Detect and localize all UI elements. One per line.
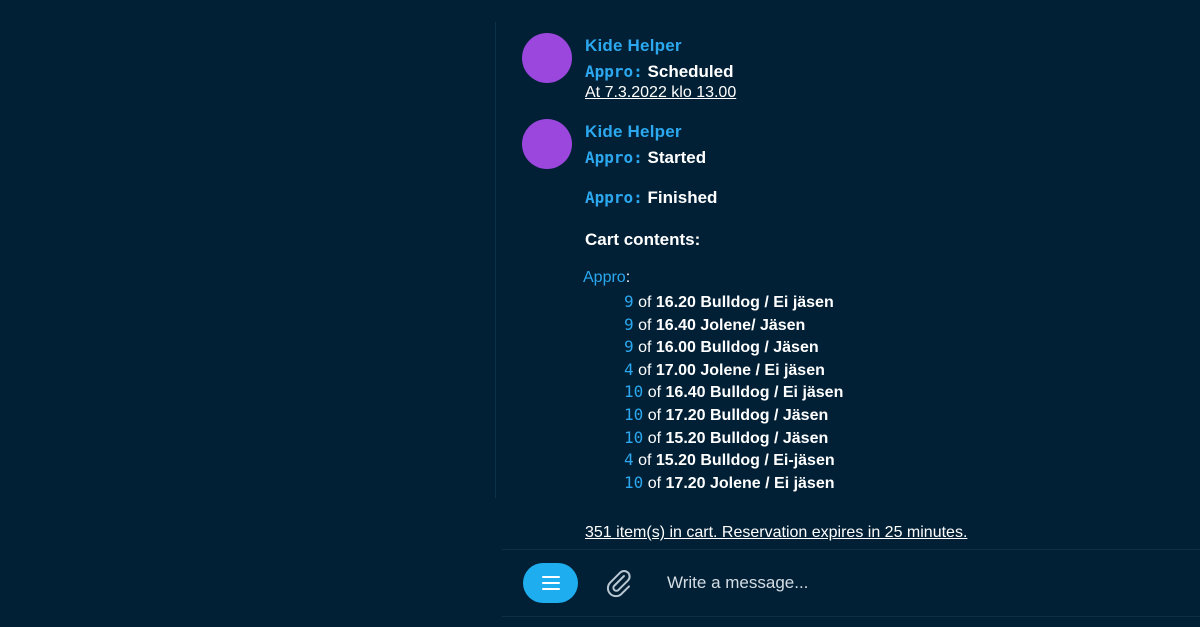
item-of: of xyxy=(638,294,652,311)
cart-item: 4 of 17.00 Jolene / Ei jäsen xyxy=(624,359,843,382)
item-of: of xyxy=(647,384,662,402)
item-quantity: 10 xyxy=(624,472,644,492)
item-of: of xyxy=(638,361,652,379)
paperclip-icon xyxy=(606,570,631,598)
status-text: Scheduled xyxy=(647,62,734,81)
started-text: Started xyxy=(647,148,707,167)
item-quantity: 10 xyxy=(624,427,644,447)
item-of: of xyxy=(638,316,652,334)
menu-button[interactable] xyxy=(523,563,578,603)
finished-text: Finished xyxy=(647,188,718,207)
cart-item: 9 of 16.00 Bulldog / Jäsen xyxy=(624,336,843,359)
item-quantity: 4 xyxy=(624,450,634,470)
status-line: Appro: Scheduled xyxy=(585,61,736,83)
message-body: Kide Helper Appro: Started Appro: Finish… xyxy=(583,121,843,494)
item-of: of xyxy=(638,339,652,357)
cart-item: 9 of 16.40 Jolene/ Jäsen xyxy=(624,314,843,337)
item-of: of xyxy=(647,429,662,447)
item-name: 17.00 Jolene / Ei jäsen xyxy=(655,361,825,379)
item-quantity: 4 xyxy=(624,359,634,379)
cart-heading: Cart contents: xyxy=(585,230,701,249)
item-of: of xyxy=(638,452,652,470)
cart-item: 10 of 16.40 Bulldog / Ei jäsen xyxy=(624,381,843,404)
message-list[interactable]: Kide Helper Appro: Scheduled At 7.3.2022… xyxy=(502,0,1200,550)
sender-name[interactable]: Kide Helper xyxy=(585,121,843,143)
panel-divider xyxy=(495,22,496,498)
item-of: of xyxy=(647,406,662,424)
cart-item: 9 of 16.20 Bulldog / Ei jäsen xyxy=(624,291,843,314)
item-quantity: 9 xyxy=(624,337,634,357)
message-input[interactable] xyxy=(655,566,1199,600)
status-label: Appro: xyxy=(585,62,643,81)
avatar[interactable] xyxy=(522,119,572,169)
message-body: Kide Helper Appro: Scheduled At 7.3.2022… xyxy=(585,35,736,103)
composer-divider xyxy=(502,549,1200,550)
item-name: 15.20 Bulldog / Ei-jäsen xyxy=(655,452,835,470)
started-label: Appro: xyxy=(585,148,643,167)
cart-item: 10 of 17.20 Jolene / Ei jäsen xyxy=(624,472,843,495)
item-name: 17.20 Jolene / Ei jäsen xyxy=(665,474,835,492)
item-name: 17.20 Bulldog / Jäsen xyxy=(665,406,829,424)
chat-window: Kide Helper Appro: Scheduled At 7.3.2022… xyxy=(0,0,1200,627)
item-name: 16.00 Bulldog / Jäsen xyxy=(655,339,819,357)
item-quantity: 10 xyxy=(624,404,644,424)
schedule-time: At 7.3.2022 klo 13.00 xyxy=(585,84,737,101)
item-of: of xyxy=(647,474,662,492)
attach-button[interactable] xyxy=(600,565,636,601)
cart-item: 10 of 15.20 Bulldog / Jäsen xyxy=(624,427,843,450)
item-quantity: 10 xyxy=(624,382,644,402)
item-name: 16.40 Jolene/ Jäsen xyxy=(655,316,806,334)
project-name: Appro xyxy=(583,269,626,286)
item-quantity: 9 xyxy=(624,314,634,334)
avatar[interactable] xyxy=(522,33,572,83)
project-colon: : xyxy=(625,269,631,286)
cart-summary-link[interactable]: 351 item(s) in cart. Reservation expires… xyxy=(585,522,967,544)
item-name: 15.20 Bulldog / Jäsen xyxy=(665,429,829,447)
item-name: 16.20 Bulldog / Ei jäsen xyxy=(655,294,834,311)
item-quantity: 9 xyxy=(624,292,634,311)
cart-item-list: 9 of 16.20 Bulldog / Ei jäsen 9 of 16.40 … xyxy=(624,291,843,494)
menu-icon xyxy=(541,576,560,590)
started-line: Appro: Started xyxy=(585,147,843,169)
cart-item: 10 of 17.20 Bulldog / Jäsen xyxy=(624,404,843,427)
project-label: Appro: xyxy=(583,267,843,289)
cart-item: 4 of 15.20 Bulldog / Ei-jäsen xyxy=(624,449,843,472)
finished-label: Appro: xyxy=(585,188,643,207)
composer-bottom-divider xyxy=(502,616,1200,617)
finished-line: Appro: Finished xyxy=(585,187,843,209)
sender-name[interactable]: Kide Helper xyxy=(585,35,736,57)
item-name: 16.40 Bulldog / Ei jäsen xyxy=(665,384,844,402)
